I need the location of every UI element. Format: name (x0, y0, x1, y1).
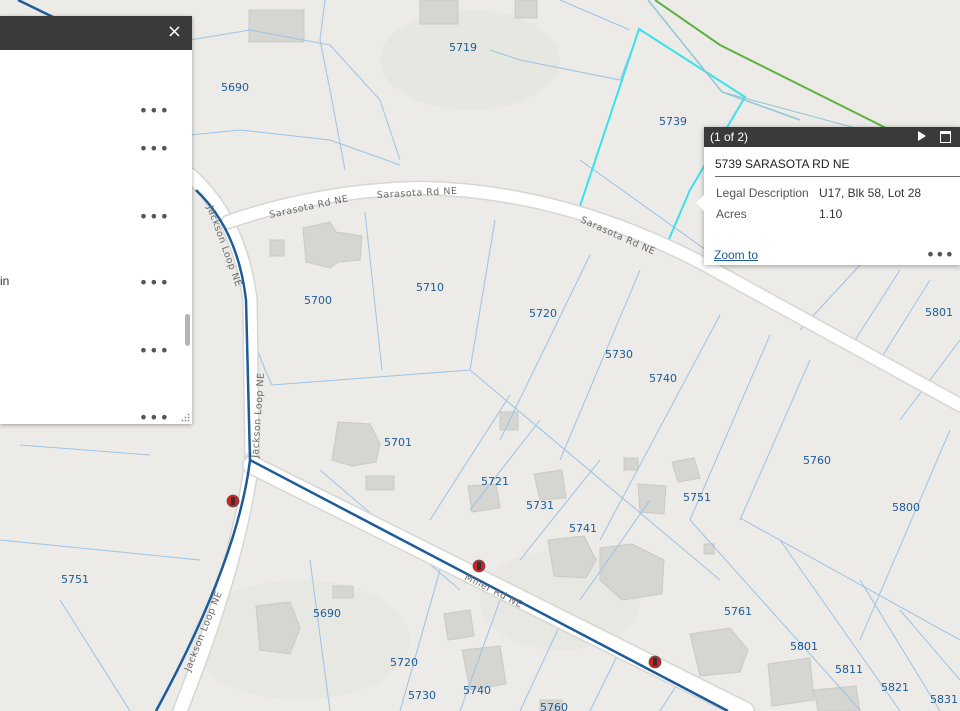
parcel-label: 5751 (61, 573, 89, 586)
resize-grip-icon[interactable] (181, 413, 190, 422)
layer-options-menu-icon[interactable]: ••• (139, 343, 170, 359)
parcel-label: 5761 (724, 605, 752, 618)
parcel-label: 5700 (304, 294, 332, 307)
next-feature-icon[interactable] (918, 131, 926, 141)
layer-options-menu-icon[interactable]: ••• (139, 103, 170, 119)
parcel-label: 5801 (790, 640, 818, 653)
parcel-label: 5760 (540, 701, 568, 711)
hydrant-icon (648, 655, 662, 669)
parcel-label: 5690 (313, 607, 341, 620)
field-label: Legal Description (716, 186, 809, 200)
hydrant-icon (226, 494, 240, 508)
parcel-label: 5730 (605, 348, 633, 361)
field-label: Acres (716, 207, 747, 221)
popup-counter: (1 of 2) (710, 130, 749, 144)
parcel-label: 5739 (659, 115, 687, 128)
feature-popup: (1 of 2) 5739 SARASOTA RD NE Legal Descr… (696, 127, 960, 265)
parcel-label: 5741 (569, 522, 597, 535)
layer-panel: × ••• ••• ••• ••• ••• ••• in (0, 16, 192, 424)
scrollbar-thumb[interactable] (185, 314, 190, 346)
popup-pointer (696, 195, 704, 211)
popup-title: 5739 SARASOTA RD NE (715, 157, 850, 171)
parcel-label: 5740 (463, 684, 491, 697)
layer-options-menu-icon[interactable]: ••• (139, 275, 170, 291)
parcel-label: 5731 (526, 499, 554, 512)
parcel-label: 5690 (221, 81, 249, 94)
parcel-label: 5720 (529, 307, 557, 320)
zoom-to-link[interactable]: Zoom to (714, 248, 758, 262)
parcel-label: 5740 (649, 372, 677, 385)
field-value: 1.10 (819, 207, 843, 221)
layer-name-fragment: in (0, 274, 10, 288)
parcel-label: 5821 (881, 681, 909, 694)
layer-options-menu-icon[interactable]: ••• (139, 141, 170, 157)
parcel-label: 5801 (925, 306, 953, 319)
parcel-label: 5831 (930, 693, 958, 706)
popup-divider (715, 176, 960, 177)
panel-scrollbar[interactable] (183, 50, 191, 424)
layer-options-menu-icon[interactable]: ••• (139, 410, 170, 425)
parcel-label: 5710 (416, 281, 444, 294)
parcel-label: 5760 (803, 454, 831, 467)
hydrant-icon (472, 559, 486, 573)
parcel-label: 5719 (449, 41, 477, 54)
maximize-icon[interactable] (940, 131, 951, 143)
layer-options-menu-icon[interactable]: ••• (139, 209, 170, 225)
popup-header: (1 of 2) (704, 127, 960, 147)
parcel-label: 5800 (892, 501, 920, 514)
parcel-label: 5721 (481, 475, 509, 488)
parcel-label: 5701 (384, 436, 412, 449)
parcel-label: 5751 (683, 491, 711, 504)
panel-header: × (0, 16, 192, 50)
close-icon[interactable]: × (167, 22, 182, 42)
popup-menu-icon[interactable]: ••• (926, 245, 954, 264)
parcel-label: 5730 (408, 689, 436, 702)
parcel-label: 5811 (835, 663, 863, 676)
field-value: U17, Blk 58, Lot 28 (819, 186, 922, 200)
parcel-label: 5720 (390, 656, 418, 669)
